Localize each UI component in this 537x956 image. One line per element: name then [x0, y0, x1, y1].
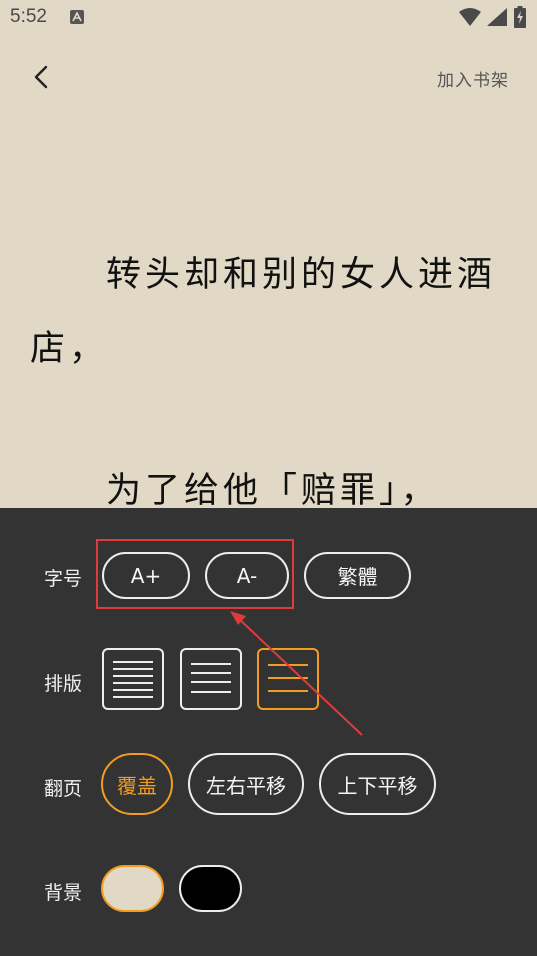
reading-content: 转头却和别的女人进酒店， 为了给他「赔罪」，	[30, 238, 515, 528]
reader-settings-panel: 字号 A+ A- 繁體 排版 翻页 覆盖 左右平移 上下平移 背景	[0, 508, 537, 956]
add-to-shelf-button[interactable]: 加入书架	[437, 66, 509, 91]
traditional-chinese-button[interactable]: 繁體	[304, 552, 411, 599]
loose-lines-icon	[268, 664, 308, 692]
layout-medium-button[interactable]	[180, 648, 242, 710]
notification-icon	[70, 10, 84, 24]
font-increase-button[interactable]: A+	[102, 552, 190, 599]
background-label: 背景	[44, 882, 83, 904]
background-beige-swatch[interactable]	[101, 865, 164, 912]
page-turn-cover-button[interactable]: 覆盖	[101, 753, 173, 815]
battery-charging-icon	[514, 6, 526, 28]
app-bar: 加入书架	[0, 50, 537, 106]
font-size-label: 字号	[44, 568, 83, 590]
wifi-icon	[459, 8, 481, 26]
layout-loose-button[interactable]	[257, 648, 319, 710]
page-turn-vertical-button[interactable]: 上下平移	[319, 753, 436, 815]
chevron-left-icon	[34, 65, 48, 89]
page-turn-label: 翻页	[44, 778, 83, 800]
paragraph: 转头却和别的女人进酒店，	[30, 255, 497, 369]
layout-dense-button[interactable]	[102, 648, 164, 710]
status-bar: 5:52	[0, 0, 537, 36]
signal-icon	[487, 8, 507, 26]
back-button[interactable]	[26, 62, 56, 92]
status-time: 5:52	[10, 6, 47, 27]
font-decrease-button[interactable]: A-	[205, 552, 289, 599]
medium-lines-icon	[191, 663, 231, 693]
page-turn-horizontal-button[interactable]: 左右平移	[188, 753, 304, 815]
dense-lines-icon	[113, 661, 153, 698]
layout-label: 排版	[44, 673, 83, 695]
background-black-swatch[interactable]	[179, 865, 242, 912]
